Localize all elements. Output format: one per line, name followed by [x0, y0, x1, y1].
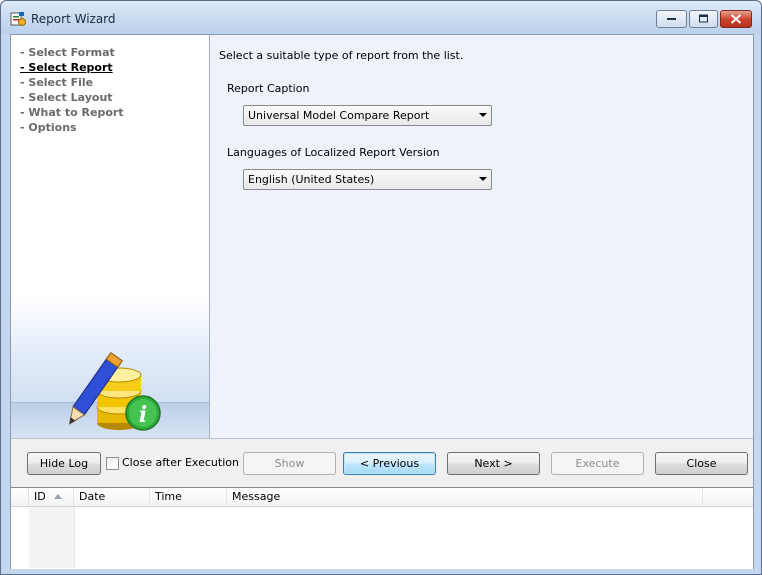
- svg-text:i: i: [139, 402, 147, 428]
- execute-button[interactable]: Execute: [551, 452, 644, 475]
- window-title: Report Wizard: [31, 12, 116, 26]
- language-value: English (United States): [248, 173, 375, 186]
- wizard-content-panel: Select a suitable type of report from th…: [210, 35, 753, 438]
- title-bar[interactable]: Report Wizard: [1, 1, 761, 34]
- log-column-id[interactable]: ID: [29, 488, 74, 506]
- wizard-steps-list: - Select Format - Select Report - Select…: [20, 45, 124, 135]
- report-caption-dropdown[interactable]: Universal Model Compare Report: [243, 105, 492, 126]
- minimize-icon: [666, 18, 676, 20]
- instruction-text: Select a suitable type of report from th…: [219, 49, 464, 62]
- close-after-execution-label: Close after Execution: [122, 456, 239, 469]
- footer-separator: [11, 438, 753, 439]
- previous-button[interactable]: < Previous: [343, 452, 436, 475]
- close-window-button[interactable]: [720, 10, 752, 28]
- language-label: Languages of Localized Report Version: [227, 146, 440, 159]
- step-what-to-report[interactable]: - What to Report: [20, 105, 124, 120]
- chevron-down-icon: [479, 177, 487, 181]
- report-wizard-icon: [10, 12, 26, 26]
- close-icon: [730, 14, 742, 24]
- log-column-date[interactable]: Date: [74, 488, 150, 506]
- wizard-graphic-band: i: [11, 297, 209, 438]
- report-caption-label: Report Caption: [227, 82, 310, 95]
- report-wizard-window: Report Wizard - Select Format - Select R…: [0, 0, 762, 575]
- maximize-icon: [698, 14, 708, 23]
- step-select-format[interactable]: - Select Format: [20, 45, 124, 60]
- wizard-steps-panel: - Select Format - Select Report - Select…: [11, 35, 210, 438]
- language-dropdown[interactable]: English (United States): [243, 169, 492, 190]
- chevron-down-icon: [479, 113, 487, 117]
- log-column-message[interactable]: Message: [227, 488, 703, 506]
- log-table-header: ID Date Time Message: [11, 488, 753, 507]
- log-table: ID Date Time Message: [11, 487, 753, 569]
- wizard-client-area: - Select Format - Select Report - Select…: [10, 34, 754, 569]
- show-button[interactable]: Show: [243, 452, 336, 475]
- close-button[interactable]: Close: [655, 452, 748, 475]
- hide-log-button[interactable]: Hide Log: [27, 452, 101, 475]
- log-column-id-label: ID: [34, 490, 46, 503]
- step-select-report[interactable]: - Select Report: [20, 60, 124, 75]
- report-caption-value: Universal Model Compare Report: [248, 109, 430, 122]
- next-button[interactable]: Next >: [447, 452, 540, 475]
- minimize-button[interactable]: [656, 10, 687, 28]
- checkbox-box[interactable]: [106, 457, 119, 470]
- step-select-file[interactable]: - Select File: [20, 75, 124, 90]
- pencil-database-info-icon: i: [68, 352, 161, 431]
- log-id-column-body: [29, 507, 75, 568]
- step-options[interactable]: - Options: [20, 120, 124, 135]
- maximize-button[interactable]: [689, 10, 718, 28]
- step-select-layout[interactable]: - Select Layout: [20, 90, 124, 105]
- sort-ascending-icon: [53, 494, 62, 499]
- log-row-header-cell: [11, 488, 29, 506]
- log-column-time[interactable]: Time: [150, 488, 227, 506]
